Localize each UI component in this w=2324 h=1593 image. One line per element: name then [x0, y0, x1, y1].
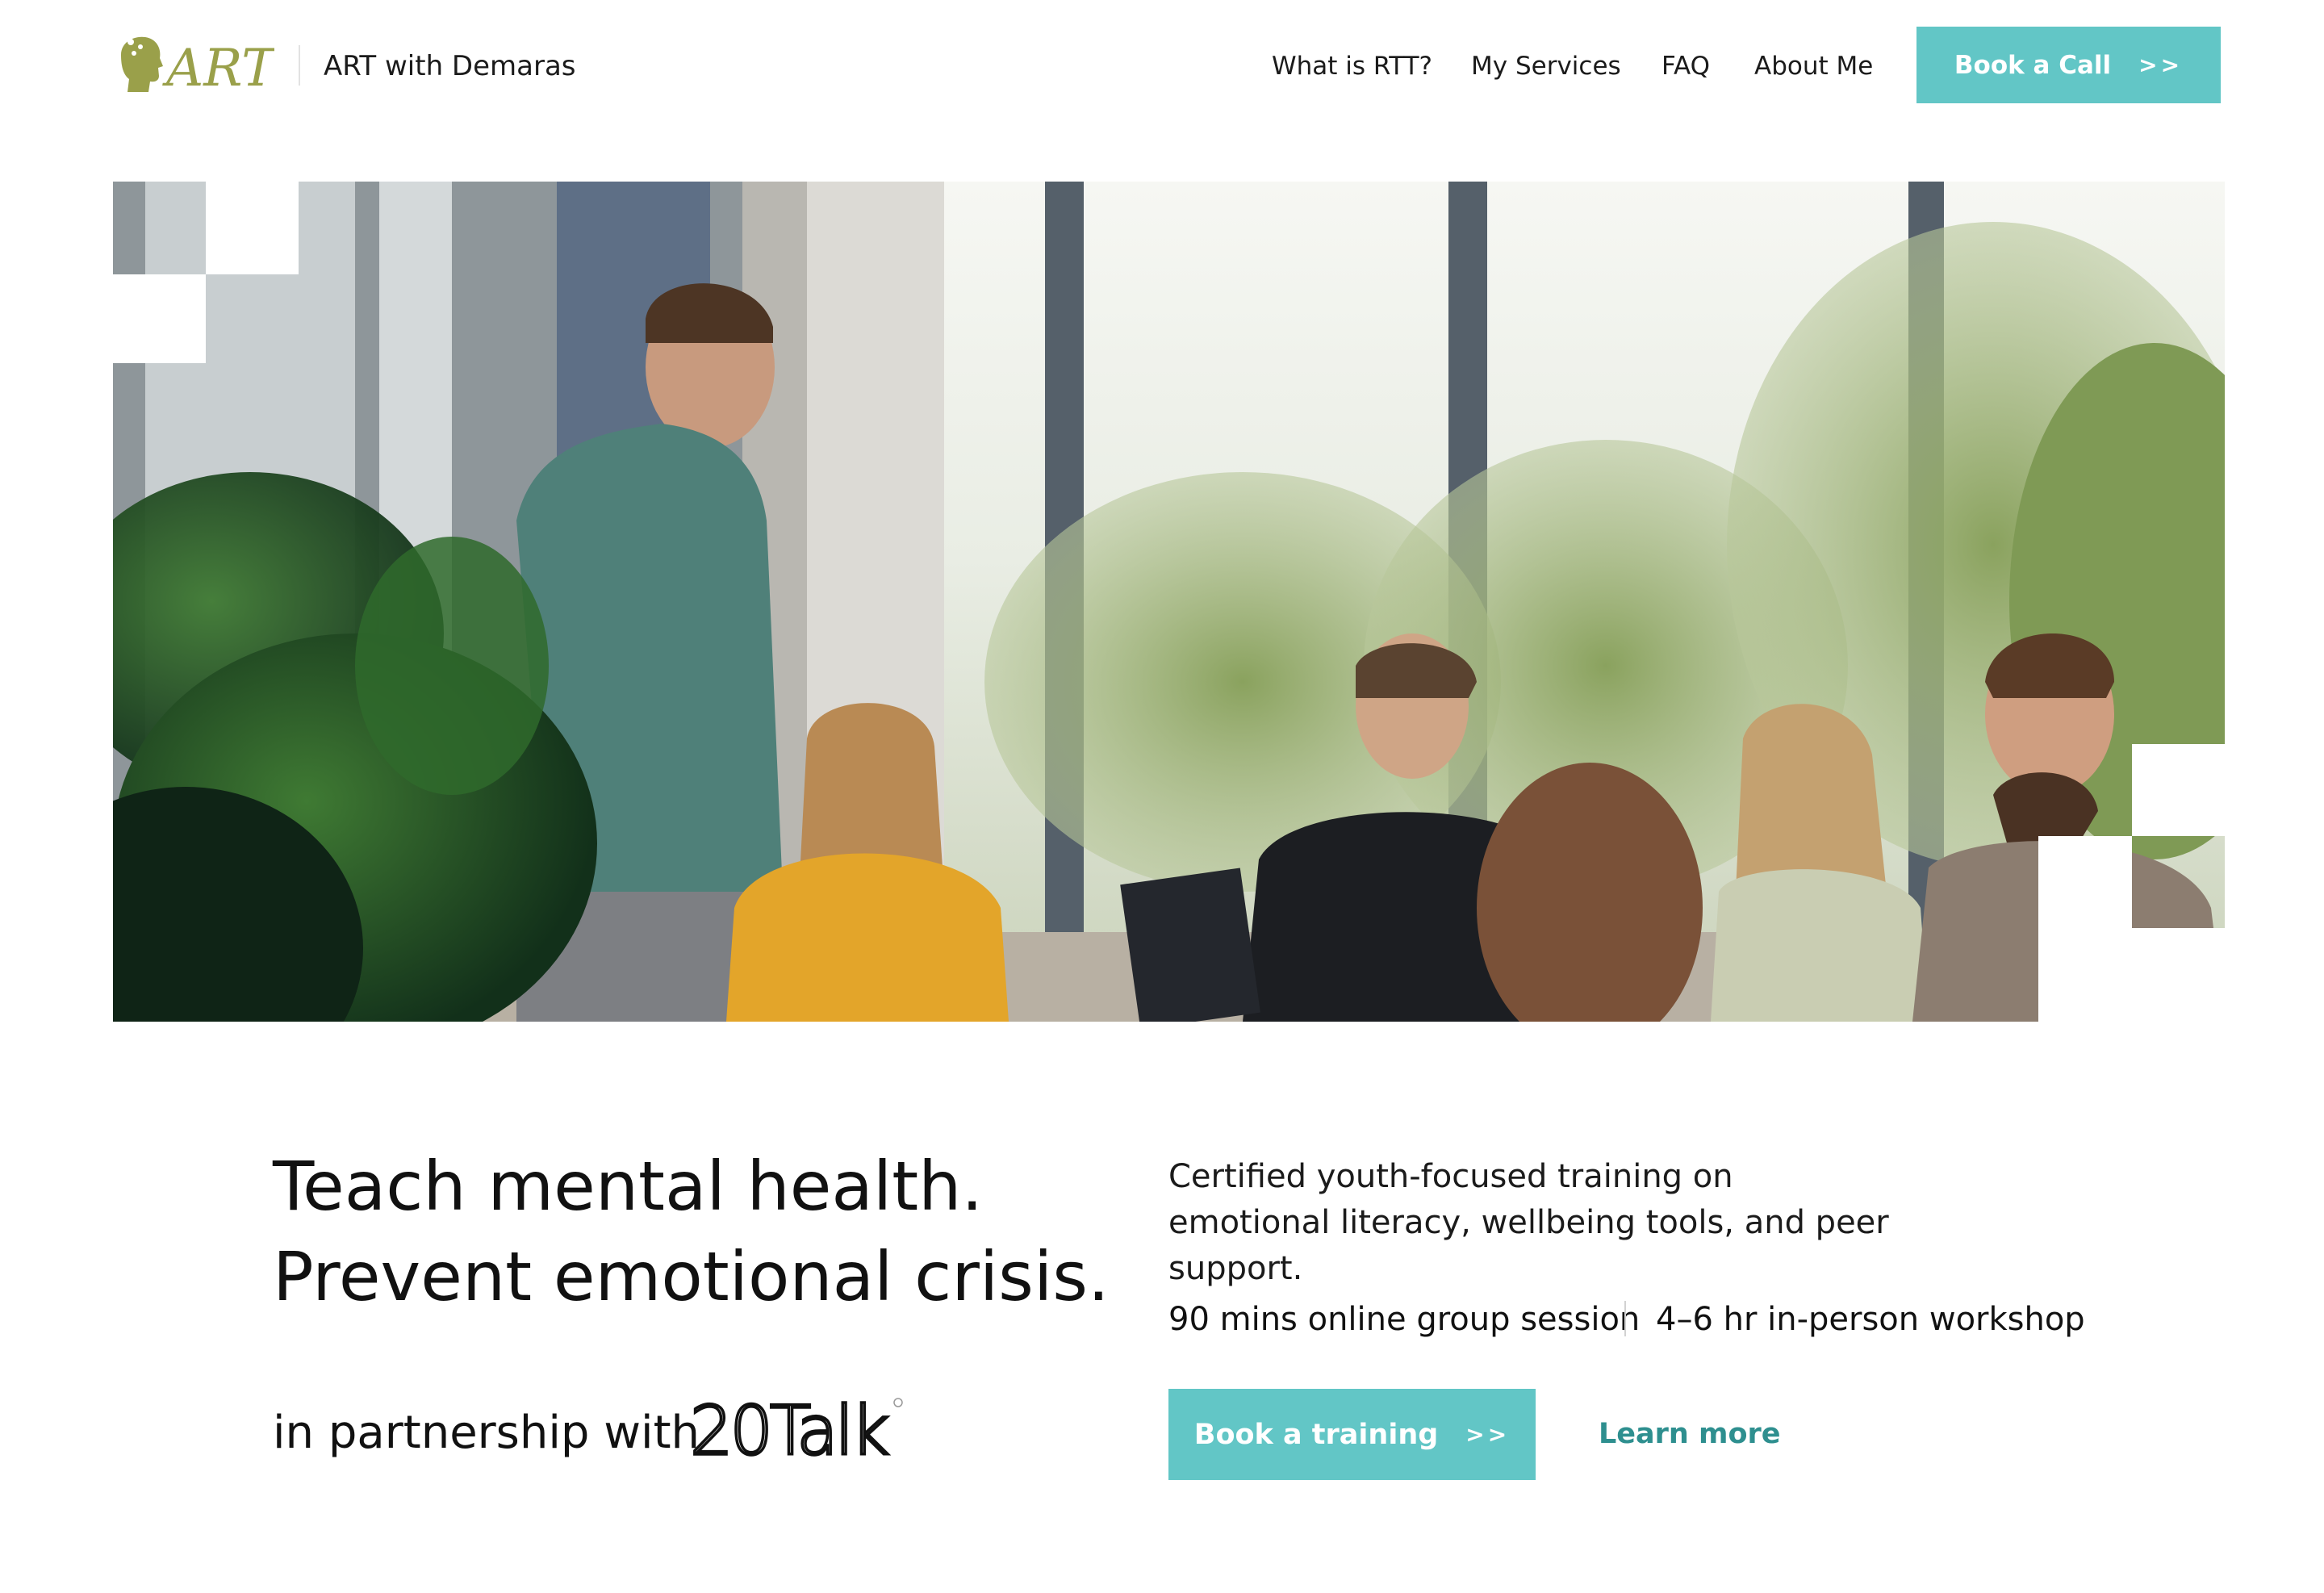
format-divider [1624, 1301, 1626, 1336]
20talk-partner-logo[interactable]: 20Talk [690, 1394, 905, 1467]
nav-about-me[interactable]: About Me [1754, 47, 1873, 86]
logo-divider [299, 45, 300, 86]
landing-page: ART ART with Demaras What is RTT? My Ser… [0, 0, 2324, 1593]
format-online-session: 90 mins online group session [1168, 1301, 1641, 1338]
book-call-label: Book a Call [1954, 50, 2112, 80]
art-logo[interactable]: ART [113, 31, 274, 100]
corner-cutout [206, 182, 299, 274]
nav-my-services[interactable]: My Services [1471, 47, 1621, 86]
book-call-button[interactable]: Book a Call >> [1916, 27, 2221, 103]
nav-faq[interactable]: FAQ [1661, 47, 1710, 86]
training-description: Certified youth-focused training on emot… [1168, 1158, 1889, 1287]
double-chevron-right-icon: >> [2138, 52, 2184, 78]
format-in-person-workshop: 4–6 hr in-person workshop [1656, 1301, 2085, 1338]
logo-wordmark: ART [162, 39, 274, 98]
book-training-button[interactable]: Book a training >> [1168, 1389, 1536, 1480]
corner-cutout [113, 274, 206, 363]
hero-image [113, 182, 2225, 1022]
learn-more-link[interactable]: Learn more [1599, 1414, 1781, 1454]
brand-name[interactable]: ART with Demaras [324, 47, 576, 86]
partnership-text: in partnership with [273, 1407, 700, 1459]
book-training-label: Book a training [1193, 1418, 1439, 1451]
double-chevron-right-icon: >> [1465, 1421, 1511, 1448]
headline-line-2: Prevent emotional crisis. [273, 1237, 1110, 1316]
head-profile-icon [121, 36, 163, 92]
partner-logo-text: 20Talk [690, 1394, 888, 1467]
corner-cutout [2132, 928, 2225, 1022]
corner-cutout [2038, 836, 2132, 1022]
corner-cutout [2132, 744, 2225, 836]
nav-what-is-rtt[interactable]: What is RTT? [1272, 47, 1432, 86]
hero-headline: Teach mental health. Prevent emotional c… [273, 1141, 1110, 1322]
headline-line-1: Teach mental health. [273, 1147, 984, 1226]
